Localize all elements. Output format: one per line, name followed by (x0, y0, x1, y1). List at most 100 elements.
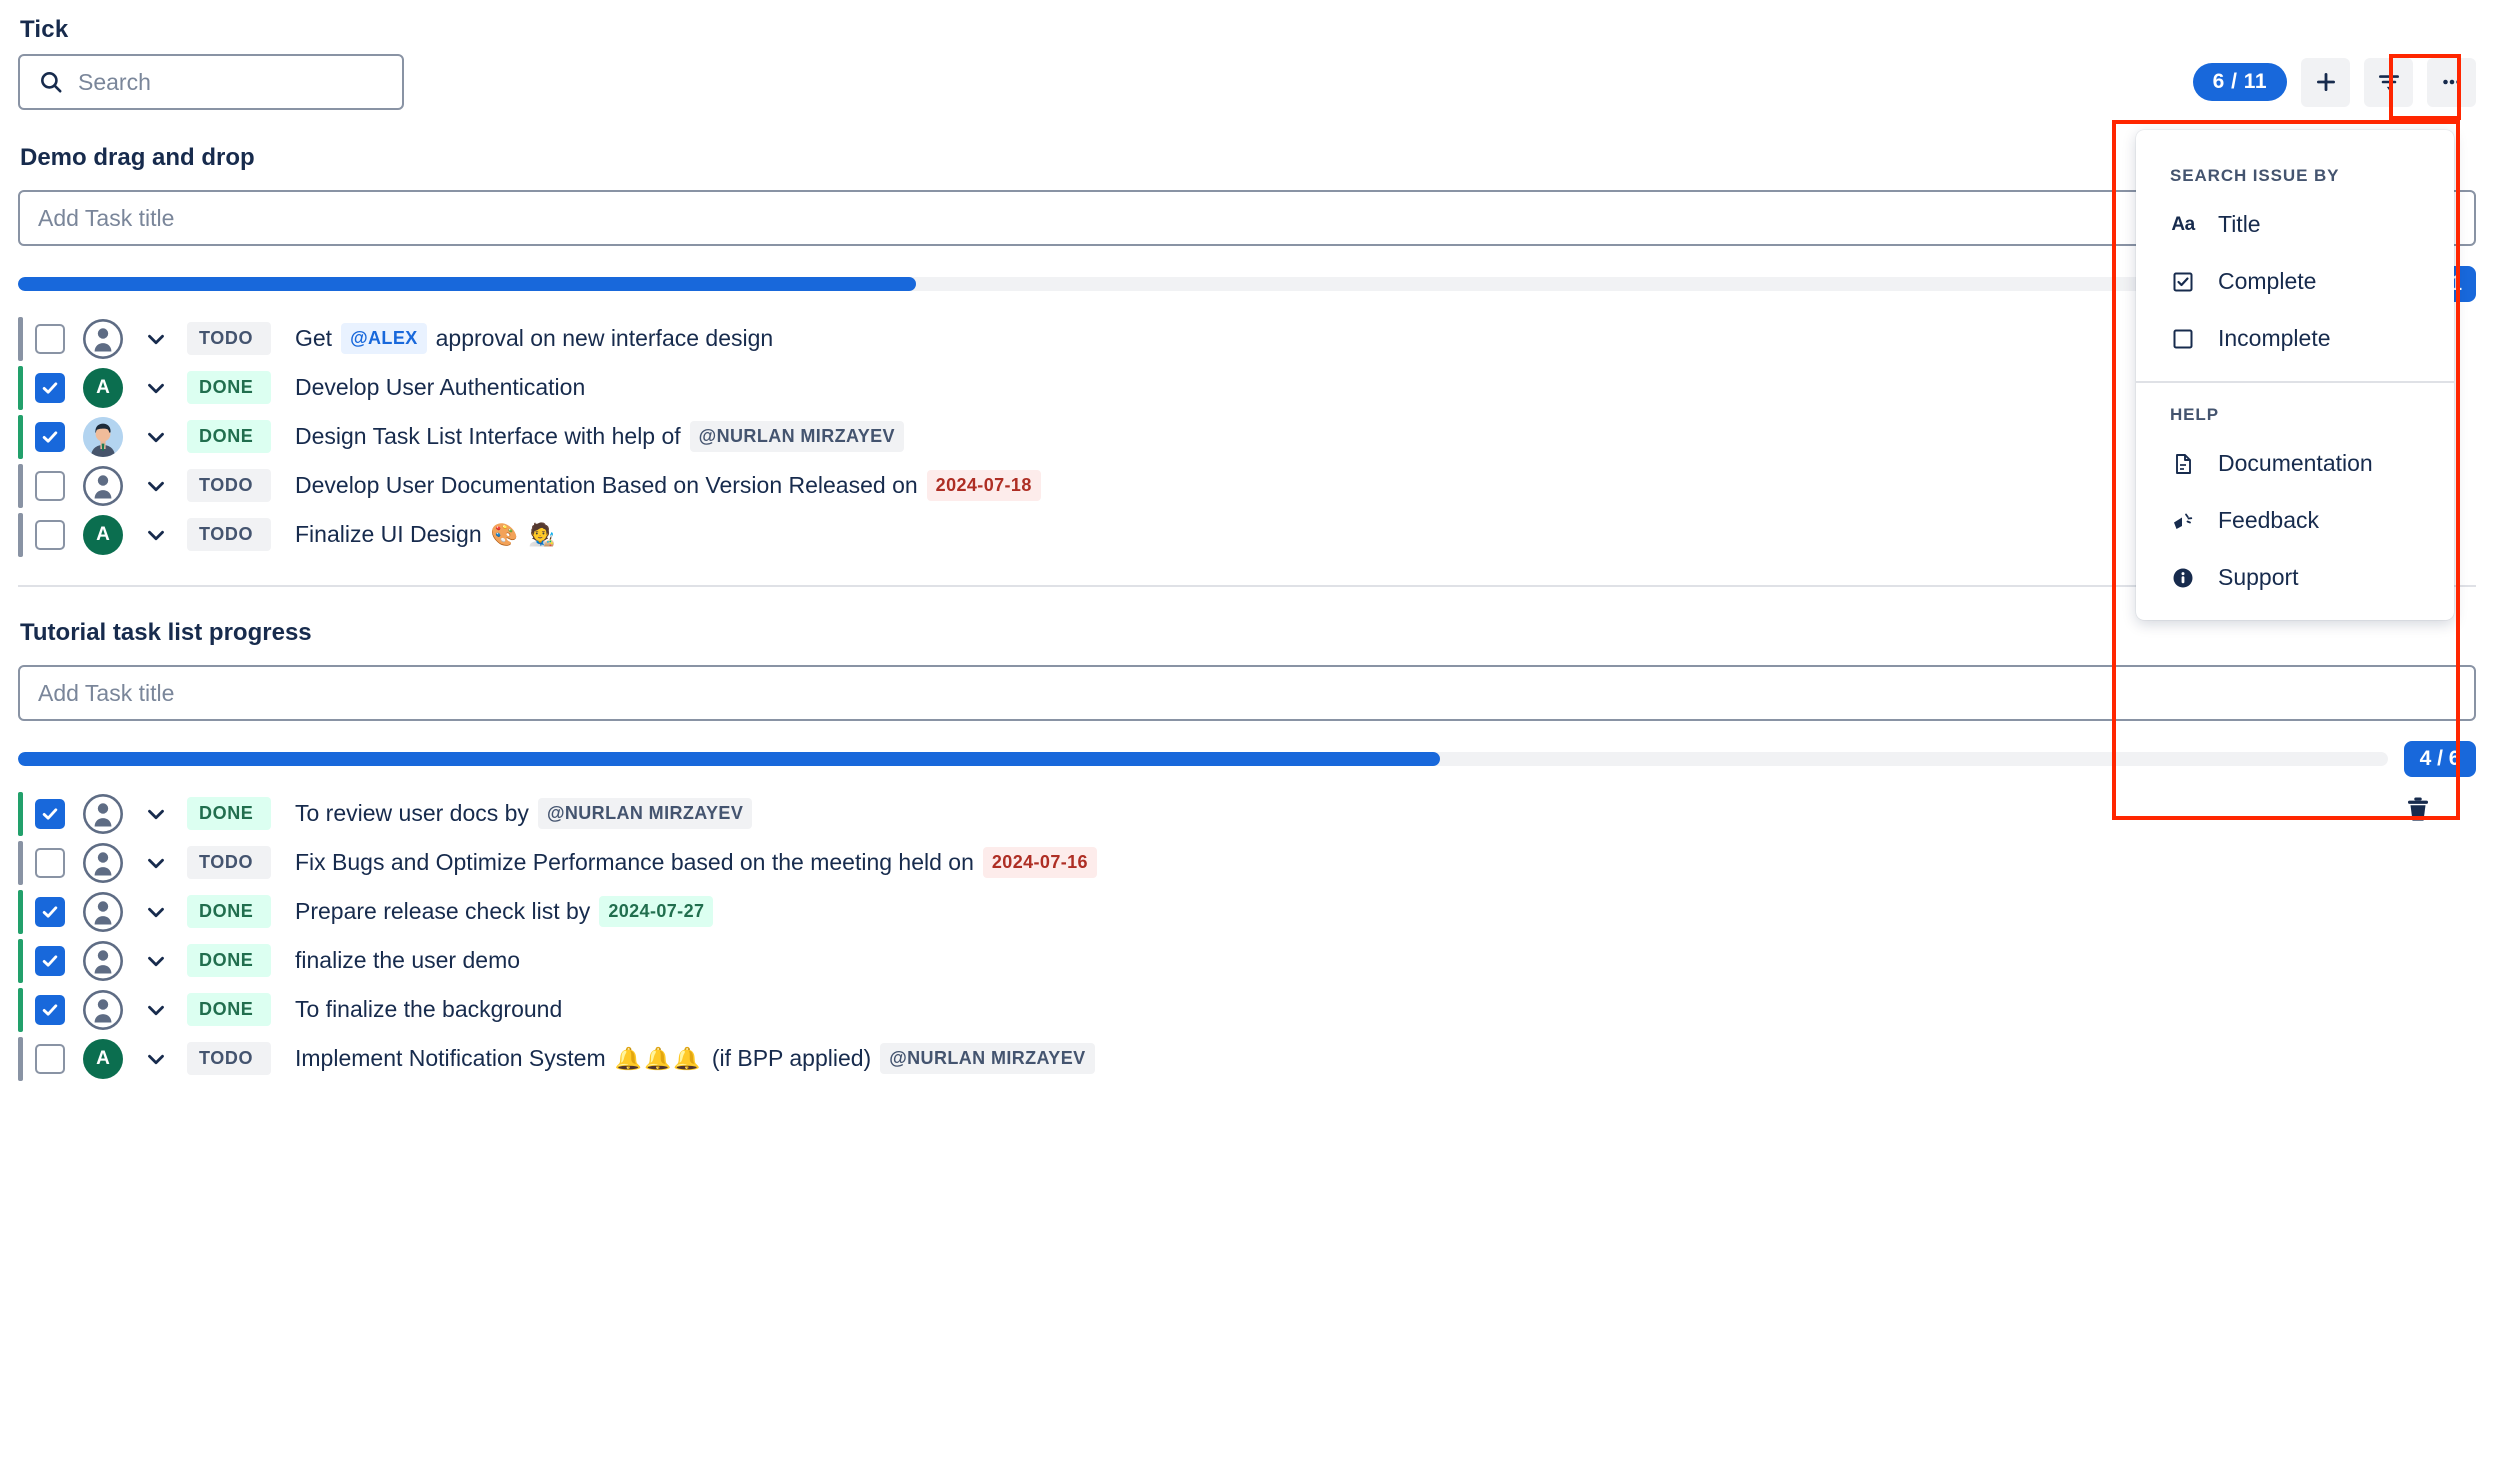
chevron-down-icon[interactable] (143, 850, 169, 876)
chevron-down-icon[interactable] (143, 473, 169, 499)
avatar[interactable] (83, 989, 123, 1030)
task-row[interactable]: DONE To review user docs by @NURLAN MIRZAY… (18, 789, 2476, 838)
task-title[interactable]: Prepare release check list by 2024-07-27 (295, 896, 714, 927)
task-title[interactable]: Fix Bugs and Optimize Performance based … (295, 847, 1097, 878)
avatar[interactable] (83, 318, 123, 359)
chevron-down-icon[interactable] (143, 522, 169, 548)
mention-badge[interactable]: @NURLAN MIRZAYEV (689, 421, 904, 452)
task-title[interactable]: Develop User Authentication (295, 374, 585, 401)
search-icon (38, 69, 64, 95)
task-row[interactable]: A DONE Develop User Authentication (18, 363, 2476, 412)
status-badge[interactable]: DONE (187, 944, 271, 977)
chevron-down-icon[interactable] (143, 326, 169, 352)
status-badge[interactable]: DONE (187, 895, 271, 928)
drag-handle[interactable] (18, 938, 23, 983)
add-task-input[interactable]: Add Task title (18, 190, 2476, 246)
menu-item-incomplete[interactable]: Incomplete (2136, 310, 2454, 367)
task-title[interactable]: Get @ALEX approval on new interface design (295, 323, 773, 354)
menu-item-documentation[interactable]: Documentation (2136, 435, 2454, 492)
task-checkbox[interactable] (35, 519, 65, 550)
chevron-down-icon[interactable] (143, 899, 169, 925)
task-checkbox[interactable] (35, 372, 65, 403)
task-checkbox[interactable] (35, 798, 65, 829)
avatar[interactable] (83, 940, 123, 981)
task-title[interactable]: To finalize the background (295, 996, 562, 1023)
avatar[interactable]: A (83, 1038, 123, 1079)
drag-handle[interactable] (18, 316, 23, 361)
avatar[interactable]: A (83, 367, 123, 408)
status-badge[interactable]: DONE (187, 420, 271, 453)
drag-handle[interactable] (18, 1036, 23, 1081)
status-badge[interactable]: DONE (187, 797, 271, 830)
chevron-down-icon[interactable] (143, 424, 169, 450)
task-row[interactable]: DONE To finalize the background (18, 985, 2476, 1034)
chevron-down-icon[interactable] (143, 801, 169, 827)
avatar[interactable] (83, 842, 123, 883)
avatar[interactable]: A (83, 514, 123, 555)
drag-handle[interactable] (18, 791, 23, 836)
drag-handle[interactable] (18, 840, 23, 885)
task-row[interactable]: DONE finalize the user demo (18, 936, 2476, 985)
task-checkbox[interactable] (35, 470, 65, 501)
filter-button[interactable] (2364, 57, 2413, 107)
trash-icon[interactable] (2403, 795, 2433, 830)
status-badge[interactable]: TODO (187, 469, 271, 502)
add-task-button[interactable] (2301, 57, 2350, 107)
task-title[interactable]: Finalize UI Design 🎨 🧑‍🎨 (295, 521, 558, 548)
task-row[interactable]: A TODO Implement Notification System 🔔🔔🔔 (if… (18, 1034, 2476, 1083)
task-checkbox[interactable] (35, 896, 65, 927)
task-title[interactable]: To review user docs by @NURLAN MIRZAYEV (295, 798, 753, 829)
drag-handle[interactable] (18, 512, 23, 557)
task-row[interactable]: DONE Design Task List Interface with help… (18, 412, 2476, 461)
task-checkbox[interactable] (35, 323, 65, 354)
menu-item-complete[interactable]: Complete (2136, 253, 2454, 310)
chevron-down-icon[interactable] (143, 997, 169, 1023)
avatar[interactable] (83, 891, 123, 932)
task-checkbox[interactable] (35, 421, 65, 452)
drag-handle[interactable] (18, 987, 23, 1032)
status-badge[interactable]: TODO (187, 846, 271, 879)
task-title[interactable]: Implement Notification System 🔔🔔🔔 (if BPP … (295, 1043, 1095, 1074)
chevron-down-icon[interactable] (143, 948, 169, 974)
add-task-input[interactable]: Add Task title (18, 665, 2476, 721)
menu-item-title[interactable]: Aa Title (2136, 196, 2454, 253)
avatar[interactable] (83, 416, 123, 457)
task-title-text: To finalize the background (295, 996, 563, 1022)
search-input[interactable]: Search (18, 54, 404, 110)
task-row[interactable]: TODO Get @ALEX approval on new interface de… (18, 314, 2476, 363)
task-title[interactable]: Develop User Documentation Based on Vers… (295, 470, 1041, 501)
drag-handle[interactable] (18, 414, 23, 459)
date-badge[interactable]: 2024-07-27 (599, 896, 714, 927)
task-row[interactable]: DONE Prepare release check list by 2024-07… (18, 887, 2476, 936)
date-badge[interactable]: 2024-07-18 (926, 470, 1041, 501)
drag-handle[interactable] (18, 889, 23, 934)
task-checkbox[interactable] (35, 1043, 65, 1074)
task-checkbox[interactable] (35, 945, 65, 976)
mention-badge[interactable]: @NURLAN MIRZAYEV (537, 798, 753, 829)
mention-badge[interactable]: @ALEX (341, 323, 427, 354)
menu-item-feedback[interactable]: Feedback (2136, 492, 2454, 549)
task-row[interactable]: TODO Develop User Documentation Based on … (18, 461, 2476, 510)
status-badge[interactable]: TODO (187, 518, 271, 551)
task-checkbox[interactable] (35, 847, 65, 878)
add-task-placeholder: Add Task title (38, 204, 175, 231)
status-badge[interactable]: DONE (187, 371, 271, 404)
task-checkbox[interactable] (35, 994, 65, 1025)
status-badge[interactable]: TODO (187, 322, 271, 355)
avatar[interactable] (83, 465, 123, 506)
menu-item-support[interactable]: Support (2136, 549, 2454, 606)
status-badge[interactable]: DONE (187, 993, 271, 1026)
chevron-down-icon[interactable] (143, 1046, 169, 1072)
mention-badge[interactable]: @NURLAN MIRZAYEV (880, 1043, 1095, 1074)
task-title[interactable]: Design Task List Interface with help of @… (295, 421, 904, 452)
chevron-down-icon[interactable] (143, 375, 169, 401)
date-badge[interactable]: 2024-07-16 (982, 847, 1097, 878)
avatar[interactable] (83, 793, 123, 834)
drag-handle[interactable] (18, 463, 23, 508)
more-options-button[interactable] (2427, 57, 2476, 107)
task-title[interactable]: finalize the user demo (295, 947, 520, 974)
drag-handle[interactable] (18, 365, 23, 410)
task-row[interactable]: A TODO Finalize UI Design 🎨 🧑‍🎨 (18, 510, 2476, 559)
task-row[interactable]: TODO Fix Bugs and Optimize Performance ba… (18, 838, 2476, 887)
status-badge[interactable]: TODO (187, 1042, 271, 1075)
